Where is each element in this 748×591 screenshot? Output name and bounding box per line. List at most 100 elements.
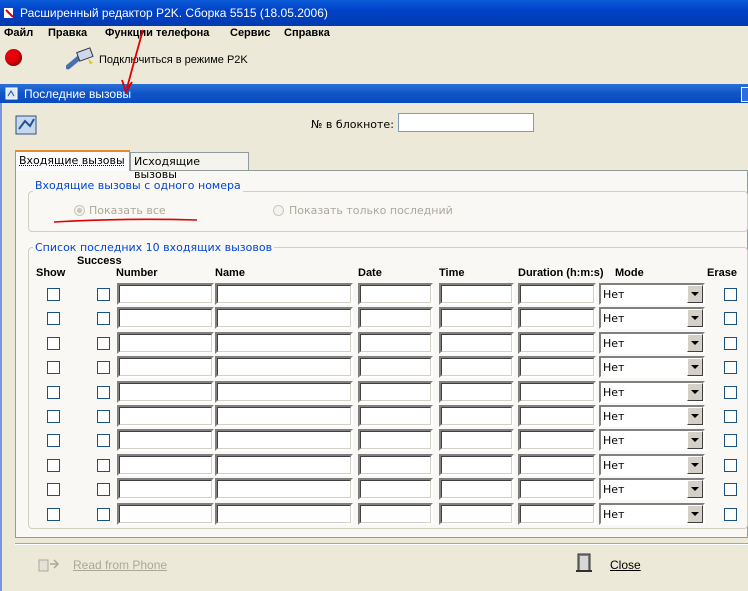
erase-checkbox[interactable] xyxy=(724,459,737,472)
menu-edit[interactable]: Правка xyxy=(48,27,87,39)
chevron-down-icon[interactable] xyxy=(687,334,703,352)
number-field[interactable] xyxy=(117,307,214,329)
date-field[interactable] xyxy=(358,356,433,378)
time-field[interactable] xyxy=(439,405,514,427)
show-checkbox[interactable] xyxy=(47,459,60,472)
time-field[interactable] xyxy=(439,283,514,305)
name-field[interactable] xyxy=(215,429,353,451)
date-field[interactable] xyxy=(358,405,433,427)
name-field[interactable] xyxy=(215,478,353,500)
usb-cable-icon[interactable] xyxy=(66,47,96,71)
connect-button-label[interactable]: Подключиться в режиме P2K xyxy=(99,54,248,66)
show-checkbox[interactable] xyxy=(47,337,60,350)
number-field[interactable] xyxy=(117,503,214,525)
name-field[interactable] xyxy=(215,405,353,427)
duration-field[interactable] xyxy=(518,478,596,500)
number-field[interactable] xyxy=(117,381,214,403)
time-field[interactable] xyxy=(439,381,514,403)
erase-checkbox[interactable] xyxy=(724,337,737,350)
notebook-number-input[interactable] xyxy=(398,113,534,132)
show-checkbox[interactable] xyxy=(47,312,60,325)
success-checkbox[interactable] xyxy=(97,459,110,472)
show-checkbox[interactable] xyxy=(47,508,60,521)
number-field[interactable] xyxy=(117,283,214,305)
duration-field[interactable] xyxy=(518,405,596,427)
erase-checkbox[interactable] xyxy=(724,288,737,301)
mode-select[interactable]: Нет xyxy=(599,503,705,525)
name-field[interactable] xyxy=(215,381,353,403)
number-field[interactable] xyxy=(117,454,214,476)
duration-field[interactable] xyxy=(518,381,596,403)
erase-checkbox[interactable] xyxy=(724,312,737,325)
date-field[interactable] xyxy=(358,283,433,305)
number-field[interactable] xyxy=(117,332,214,354)
chevron-down-icon[interactable] xyxy=(687,480,703,498)
name-field[interactable] xyxy=(215,283,353,305)
name-field[interactable] xyxy=(215,332,353,354)
success-checkbox[interactable] xyxy=(97,483,110,496)
mode-select[interactable]: Нет xyxy=(599,283,705,305)
erase-checkbox[interactable] xyxy=(724,410,737,423)
mode-select[interactable]: Нет xyxy=(599,405,705,427)
erase-checkbox[interactable] xyxy=(724,434,737,447)
success-checkbox[interactable] xyxy=(97,508,110,521)
read-from-phone-button[interactable]: Read from Phone xyxy=(73,558,167,572)
dialog-close-button[interactable] xyxy=(741,87,748,102)
show-all-radio[interactable] xyxy=(74,205,85,216)
show-checkbox[interactable] xyxy=(47,410,60,423)
mode-select[interactable]: Нет xyxy=(599,332,705,354)
duration-field[interactable] xyxy=(518,503,596,525)
number-field[interactable] xyxy=(117,478,214,500)
chevron-down-icon[interactable] xyxy=(687,383,703,401)
duration-field[interactable] xyxy=(518,356,596,378)
menu-service[interactable]: Сервис xyxy=(230,27,270,39)
erase-checkbox[interactable] xyxy=(724,483,737,496)
chevron-down-icon[interactable] xyxy=(687,309,703,327)
time-field[interactable] xyxy=(439,356,514,378)
duration-field[interactable] xyxy=(518,454,596,476)
success-checkbox[interactable] xyxy=(97,337,110,350)
duration-field[interactable] xyxy=(518,307,596,329)
menu-file[interactable]: Файл xyxy=(4,27,33,39)
name-field[interactable] xyxy=(215,503,353,525)
mode-select[interactable]: Нет xyxy=(599,356,705,378)
success-checkbox[interactable] xyxy=(97,312,110,325)
tab-outgoing-calls[interactable]: Исходящие вызовы xyxy=(130,152,249,181)
mode-select[interactable]: Нет xyxy=(599,307,705,329)
mode-select[interactable]: Нет xyxy=(599,429,705,451)
time-field[interactable] xyxy=(439,307,514,329)
show-last-radio[interactable] xyxy=(273,205,284,216)
date-field[interactable] xyxy=(358,454,433,476)
number-field[interactable] xyxy=(117,405,214,427)
date-field[interactable] xyxy=(358,332,433,354)
time-field[interactable] xyxy=(439,478,514,500)
success-checkbox[interactable] xyxy=(97,434,110,447)
success-checkbox[interactable] xyxy=(97,386,110,399)
time-field[interactable] xyxy=(439,503,514,525)
chevron-down-icon[interactable] xyxy=(687,285,703,303)
success-checkbox[interactable] xyxy=(97,410,110,423)
chevron-down-icon[interactable] xyxy=(687,358,703,376)
chevron-down-icon[interactable] xyxy=(687,505,703,523)
mode-select[interactable]: Нет xyxy=(599,478,705,500)
date-field[interactable] xyxy=(358,429,433,451)
show-checkbox[interactable] xyxy=(47,483,60,496)
mode-select[interactable]: Нет xyxy=(599,454,705,476)
name-field[interactable] xyxy=(215,454,353,476)
date-field[interactable] xyxy=(358,381,433,403)
show-checkbox[interactable] xyxy=(47,361,60,374)
erase-checkbox[interactable] xyxy=(724,386,737,399)
chevron-down-icon[interactable] xyxy=(687,407,703,425)
number-field[interactable] xyxy=(117,356,214,378)
success-checkbox[interactable] xyxy=(97,361,110,374)
time-field[interactable] xyxy=(439,332,514,354)
show-checkbox[interactable] xyxy=(47,434,60,447)
mode-select[interactable]: Нет xyxy=(599,381,705,403)
erase-checkbox[interactable] xyxy=(724,508,737,521)
menu-phone-functions[interactable]: Функции телефона xyxy=(105,27,209,39)
date-field[interactable] xyxy=(358,478,433,500)
tab-incoming-calls[interactable]: Входящие вызовы xyxy=(15,150,130,171)
duration-field[interactable] xyxy=(518,332,596,354)
duration-field[interactable] xyxy=(518,429,596,451)
time-field[interactable] xyxy=(439,454,514,476)
